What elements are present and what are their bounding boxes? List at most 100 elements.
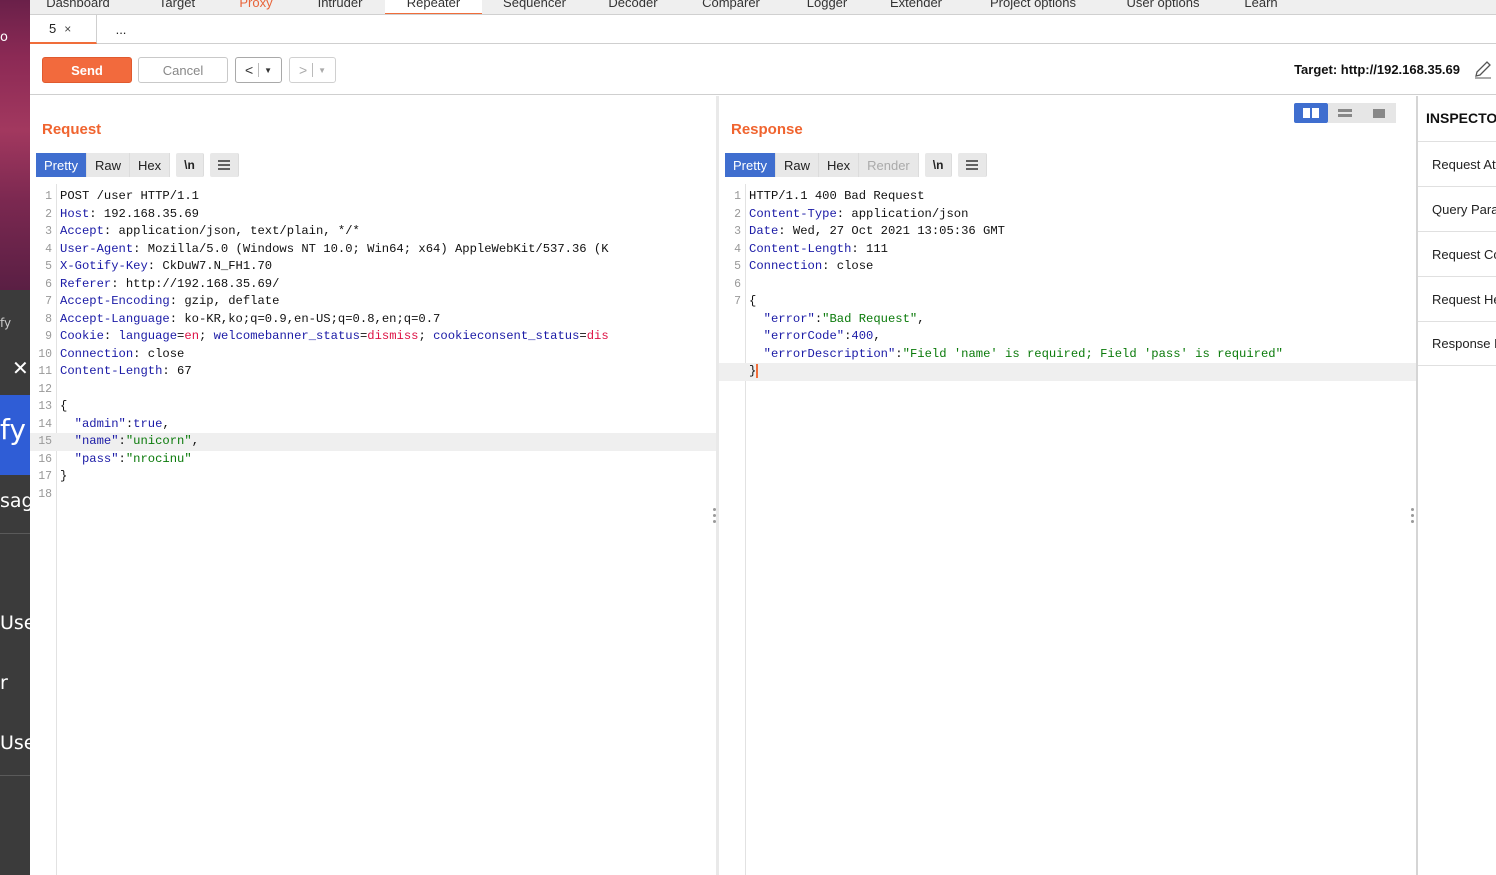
line-text: "admin":true, <box>60 416 170 434</box>
split-horizontal-icon[interactable] <box>1294 103 1328 123</box>
splitter-grip-icon[interactable] <box>713 508 717 528</box>
line-number: 5 <box>45 260 52 273</box>
line-text: HTTP/1.1 400 Bad Request <box>749 188 925 206</box>
tab-raw[interactable]: Raw <box>86 153 130 177</box>
tab-user-options[interactable]: User options <box>1113 0 1213 14</box>
code-line: 5 X-Gotify-Key: CkDuW7.N_FH1.70 <box>30 258 716 276</box>
code-line: 15 "name":"unicorn", <box>30 433 716 451</box>
tab-target[interactable]: Target <box>142 0 212 14</box>
header-value: : close <box>133 346 185 361</box>
line-text: { <box>60 398 67 416</box>
json-key: "errorDescription" <box>763 346 896 361</box>
menu-icon[interactable] <box>958 153 988 177</box>
line-text: "error":"Bad Request", <box>749 311 925 329</box>
header-name: Content-Length <box>749 241 852 256</box>
line-number: 10 <box>38 347 52 361</box>
line-number: 1 <box>734 190 741 203</box>
tab-project-options[interactable]: Project options <box>975 0 1091 14</box>
line-number: 1 <box>45 190 52 203</box>
chevron-right-icon: > <box>298 62 308 78</box>
inspector-request-headers[interactable]: Request Headers <box>1418 276 1496 321</box>
code-line: 5 Connection: close <box>719 258 1416 276</box>
menu-icon[interactable] <box>209 153 239 177</box>
split-vertical-icon[interactable] <box>1328 103 1362 123</box>
chevron-down-icon[interactable]: ▼ <box>318 66 326 75</box>
line-number: 6 <box>45 277 52 291</box>
code-line: "errorDescription":"Field 'name' is requ… <box>719 346 1416 364</box>
tab-render[interactable]: Render <box>859 153 919 177</box>
header-value: : 67 <box>162 364 192 378</box>
line-text: "errorDescription":"Field 'name' is requ… <box>749 346 1283 364</box>
line-text: Date: Wed, 27 Oct 2021 13:05:36 GMT <box>749 223 1005 241</box>
tab-learn[interactable]: Learn <box>1236 0 1286 14</box>
header-value: : gzip, deflate <box>169 294 280 308</box>
inspector-query-parameters[interactable]: Query Parameters <box>1418 186 1496 231</box>
code-line: 1 HTTP/1.1 400 Bad Request <box>719 188 1416 206</box>
line-text: "errorCode":400, <box>749 328 881 346</box>
chevron-down-icon[interactable]: ▼ <box>264 66 272 75</box>
close-tab-icon[interactable]: × <box>64 22 71 36</box>
send-button[interactable]: Send <box>42 57 132 83</box>
tab-hex[interactable]: Hex <box>818 153 860 177</box>
tab-sequencer[interactable]: Sequencer <box>492 0 577 14</box>
header-value: : 192.168.35.69 <box>89 206 199 221</box>
cancel-button[interactable]: Cancel <box>138 57 228 83</box>
cookie-name: cookieconsent_status <box>433 329 580 343</box>
header-value: : ko-KR,ko;q=0.9,en-US;q=0.8,en;q=0.7 <box>169 311 441 326</box>
line-number: 16 <box>38 452 52 466</box>
line-content: } <box>749 364 757 378</box>
line-text: "name":"unicorn", <box>60 433 199 451</box>
inspector-response-headers[interactable]: Response Headers <box>1418 321 1496 366</box>
forward-button[interactable]: > ▼ <box>289 57 336 83</box>
single-view-icon[interactable] <box>1362 103 1396 123</box>
tab-decoder[interactable]: Decoder <box>597 0 669 14</box>
target-label: Target: http://192.168.35.69 <box>1294 62 1460 77</box>
line-text: } <box>60 468 67 486</box>
response-editor[interactable]: 1 HTTP/1.1 400 Bad Request 2 Content-Type: … <box>719 184 1416 875</box>
code-line: } <box>719 363 1416 381</box>
tab-extender[interactable]: Extender <box>880 0 952 14</box>
header-name: Cookie <box>60 329 104 343</box>
tab-pretty[interactable]: Pretty <box>36 153 87 177</box>
close-icon[interactable]: ✕ <box>12 356 29 380</box>
divider <box>258 63 260 77</box>
edit-target-pencil-icon[interactable] <box>1472 58 1494 80</box>
request-panel: Request Pretty Raw Hex \n 1 POST /user HT… <box>30 96 716 875</box>
punct: : <box>895 346 903 361</box>
inspector-request-attributes[interactable]: Request Attributes <box>1418 141 1496 186</box>
line-number: 4 <box>734 242 741 256</box>
tab-hex[interactable]: Hex <box>129 153 171 177</box>
splitter-grip-icon[interactable] <box>1411 508 1415 528</box>
request-editor[interactable]: 1 POST /user HTTP/1.1 2 Host: 192.168.35.69… <box>30 184 716 875</box>
newline-toggle-icon[interactable]: \n <box>924 153 953 177</box>
tab-raw[interactable]: Raw <box>775 153 819 177</box>
line-text: Connection: close <box>60 346 184 364</box>
inspector-title: INSPECTOR <box>1426 110 1496 126</box>
code-line: 16 "pass":"nrocinu" <box>30 451 716 469</box>
tab-repeater[interactable]: Repeater <box>385 0 482 14</box>
new-tab-button[interactable]: ... <box>97 15 145 44</box>
repeater-tab-5[interactable]: 5 × <box>30 15 97 44</box>
tab-dashboard[interactable]: Dashboard <box>38 0 118 14</box>
tab-intruder[interactable]: Intruder <box>302 0 378 14</box>
newline-toggle-icon[interactable]: \n <box>176 153 204 177</box>
tool-tabs: Dashboard Target Proxy Intruder Repeater… <box>30 0 1496 15</box>
tab-comparer[interactable]: Comparer <box>690 0 772 14</box>
tab-proxy[interactable]: Proxy <box>226 0 286 14</box>
tab-logger[interactable]: Logger <box>795 0 859 14</box>
back-button[interactable]: < ▼ <box>235 57 282 83</box>
header-name: Connection <box>60 346 134 361</box>
desktop-background: o fy ✕ fy sag Use r Use <box>0 0 30 875</box>
json-value: true <box>133 416 163 431</box>
inspector-request-cookies[interactable]: Request Cookies <box>1418 231 1496 276</box>
cookie-value: dismiss <box>367 329 419 343</box>
desktop-text: r <box>0 672 8 694</box>
tab-pretty[interactable]: Pretty <box>725 153 776 177</box>
line-content: HTTP/1.1 400 Bad Request <box>749 189 925 203</box>
desktop-app-tile[interactable]: fy <box>0 395 30 475</box>
json-value: "Bad Request" <box>822 311 918 326</box>
line-number: 18 <box>38 487 52 501</box>
line-content: { <box>60 399 68 413</box>
